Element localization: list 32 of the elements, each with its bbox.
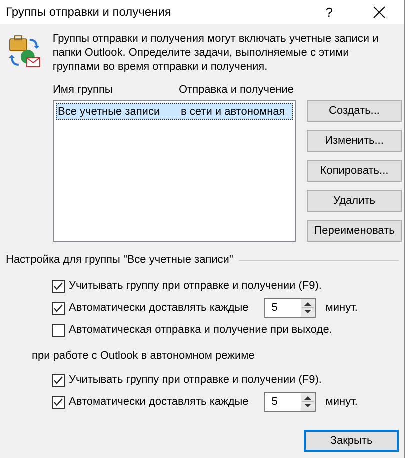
minutes-spinner[interactable]: 5 bbox=[264, 298, 316, 318]
action-button[interactable]: Переименовать bbox=[307, 220, 402, 242]
section-title: Настройка для группы "Все учетные записи" bbox=[6, 254, 234, 266]
unit-label: минут. bbox=[326, 396, 358, 408]
checkbox[interactable] bbox=[52, 280, 65, 292]
option-label: Автоматическая отправка и получение при выходе. bbox=[69, 324, 332, 336]
description-text: Группы отправки и получения могут включать учетные записи и папки Outlook. Определите задачи, выполняемые с этими группами во время отправки и получения. bbox=[52, 32, 380, 74]
help-button[interactable]: ? bbox=[326, 4, 333, 20]
spin-arrows-icon[interactable] bbox=[300, 299, 315, 317]
checkbox[interactable] bbox=[52, 396, 65, 408]
minutes-spinner[interactable]: 5 bbox=[264, 392, 316, 412]
checkbox[interactable] bbox=[52, 374, 65, 386]
section-title: при работе с Outlook в автономном режиме bbox=[32, 350, 255, 362]
checkbox[interactable] bbox=[52, 302, 65, 314]
column-header: Имя группы bbox=[53, 84, 114, 98]
action-button[interactable]: Изменить... bbox=[307, 130, 402, 152]
unit-label: минут. bbox=[326, 302, 358, 314]
option-label: Учитывать группу при отправке и получении (F9). bbox=[69, 374, 322, 386]
action-button[interactable]: Копировать... bbox=[307, 160, 402, 182]
spin-arrows-icon[interactable] bbox=[300, 393, 315, 411]
close-button[interactable]: Закрыть bbox=[304, 430, 399, 452]
window-title: Группы отправки и получения bbox=[6, 5, 172, 19]
send-receive-icon bbox=[8, 34, 42, 68]
option-label: Учитывать группу при отправке и получении (F9). bbox=[69, 280, 322, 292]
option-label: Автоматически доставлять каждые bbox=[69, 302, 249, 314]
column-header: Отправка и получение bbox=[179, 84, 294, 98]
group-row[interactable]: Все учетные записи в сети и автономная bbox=[56, 103, 293, 120]
close-icon[interactable] bbox=[373, 6, 386, 18]
option-label: Автоматически доставлять каждые bbox=[69, 396, 249, 408]
checkbox[interactable] bbox=[52, 324, 65, 336]
action-button[interactable]: Создать... bbox=[307, 100, 402, 122]
action-button[interactable]: Удалить bbox=[307, 190, 402, 212]
